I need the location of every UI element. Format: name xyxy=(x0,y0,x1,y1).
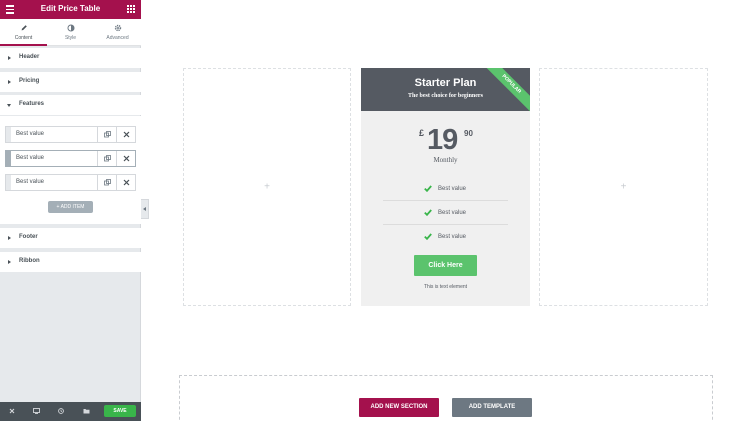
caret-down-icon xyxy=(7,104,11,107)
close-icon[interactable] xyxy=(9,408,15,414)
feature-text: Best value xyxy=(438,186,467,192)
tab-content[interactable]: Content xyxy=(0,19,47,46)
responsive-desktop-icon[interactable] xyxy=(33,408,40,414)
drag-handle[interactable] xyxy=(6,151,11,166)
add-section-dropzone[interactable] xyxy=(179,375,713,421)
price-table-widget[interactable]: Starter Plan The best choice for beginne… xyxy=(361,68,530,306)
repeater-item[interactable]: Best value xyxy=(5,174,136,191)
price-currency: £ xyxy=(419,128,425,138)
caret-right-icon xyxy=(8,236,11,240)
feature-item: Best value xyxy=(383,226,508,249)
tab-content-label: Content xyxy=(14,35,33,41)
feature-text: Best value xyxy=(438,210,467,216)
price-integer: 19 xyxy=(427,124,458,156)
editor-app: Edit Price Table Content Style Advanced … xyxy=(0,0,750,421)
empty-column-right[interactable]: + xyxy=(539,68,708,306)
tab-advanced-label: Advanced xyxy=(106,35,129,41)
caret-right-icon xyxy=(8,56,11,60)
price-period: Monthly xyxy=(433,156,458,164)
panel-footer: SAVE xyxy=(0,402,141,421)
panel-tabs: Content Style Advanced xyxy=(0,19,141,46)
add-element-icon[interactable]: + xyxy=(264,182,270,193)
pencil-icon xyxy=(21,25,27,31)
remove-button[interactable] xyxy=(116,151,135,166)
add-new-section-button[interactable]: ADD NEW SECTION xyxy=(359,398,439,417)
plan-subtitle: The best choice for beginners xyxy=(408,93,483,99)
folder-icon[interactable] xyxy=(83,408,90,414)
empty-column-left[interactable]: + xyxy=(183,68,351,306)
caret-right-icon xyxy=(8,260,11,264)
repeater-item-title: Best value xyxy=(16,179,45,185)
duplicate-button[interactable] xyxy=(97,127,116,142)
section-footer[interactable]: Footer xyxy=(0,228,141,248)
save-button[interactable]: SAVE xyxy=(104,405,136,417)
close-icon xyxy=(123,131,130,138)
add-template-button[interactable]: ADD TEMPLATE xyxy=(452,398,532,417)
tab-style[interactable]: Style xyxy=(47,19,94,45)
drag-handle[interactable] xyxy=(6,175,11,190)
price-fraction: 90 xyxy=(464,129,473,138)
section-footer-label: Footer xyxy=(19,234,38,240)
remove-button[interactable] xyxy=(116,127,135,142)
drag-handle[interactable] xyxy=(6,127,11,142)
close-icon xyxy=(123,155,130,162)
widgets-grid-icon[interactable] xyxy=(127,5,135,13)
section-header[interactable]: Header xyxy=(0,48,141,68)
section-pricing[interactable]: Pricing xyxy=(0,72,141,92)
copy-icon xyxy=(104,131,111,138)
copy-icon xyxy=(104,179,111,186)
feature-text: Best value xyxy=(438,234,467,240)
close-icon xyxy=(123,179,130,186)
panel-header: Edit Price Table xyxy=(0,0,141,19)
duplicate-button[interactable] xyxy=(97,175,116,190)
price: £ 19 90 xyxy=(361,124,530,156)
section-features[interactable]: Features xyxy=(0,95,141,115)
history-icon[interactable] xyxy=(58,408,64,414)
add-element-icon[interactable]: + xyxy=(621,182,627,193)
duplicate-button[interactable] xyxy=(97,151,116,166)
check-icon xyxy=(424,209,432,216)
section-ribbon[interactable]: Ribbon xyxy=(0,252,141,272)
check-icon xyxy=(424,233,432,240)
repeater-item-title: Best value xyxy=(16,131,45,137)
repeater-item[interactable]: Best value xyxy=(5,126,136,143)
footer-note: This is text element xyxy=(423,284,468,290)
editor-panel: Edit Price Table Content Style Advanced … xyxy=(0,0,141,421)
section-pricing-label: Pricing xyxy=(19,78,40,84)
repeater-item[interactable]: Best value xyxy=(5,150,136,167)
gear-icon xyxy=(114,24,121,32)
check-icon xyxy=(424,185,432,192)
section-features-label: Features xyxy=(19,101,45,107)
tab-advanced[interactable]: Advanced xyxy=(94,19,141,45)
feature-item: Best value xyxy=(383,178,508,201)
repeater-item-title: Best value xyxy=(16,155,45,161)
collapse-panel-button[interactable] xyxy=(141,199,149,219)
section-header-label: Header xyxy=(19,54,40,60)
panel-title: Edit Price Table xyxy=(40,4,101,13)
section-ribbon-label: Ribbon xyxy=(19,258,40,264)
tab-style-label: Style xyxy=(64,35,77,41)
remove-button[interactable] xyxy=(116,175,135,190)
copy-icon xyxy=(104,155,111,162)
contrast-icon xyxy=(66,24,75,32)
feature-item: Best value xyxy=(383,202,508,225)
click-here-button[interactable]: Click Here xyxy=(414,255,477,276)
add-item-button[interactable]: + ADD ITEM xyxy=(48,201,93,213)
caret-right-icon xyxy=(8,80,11,84)
